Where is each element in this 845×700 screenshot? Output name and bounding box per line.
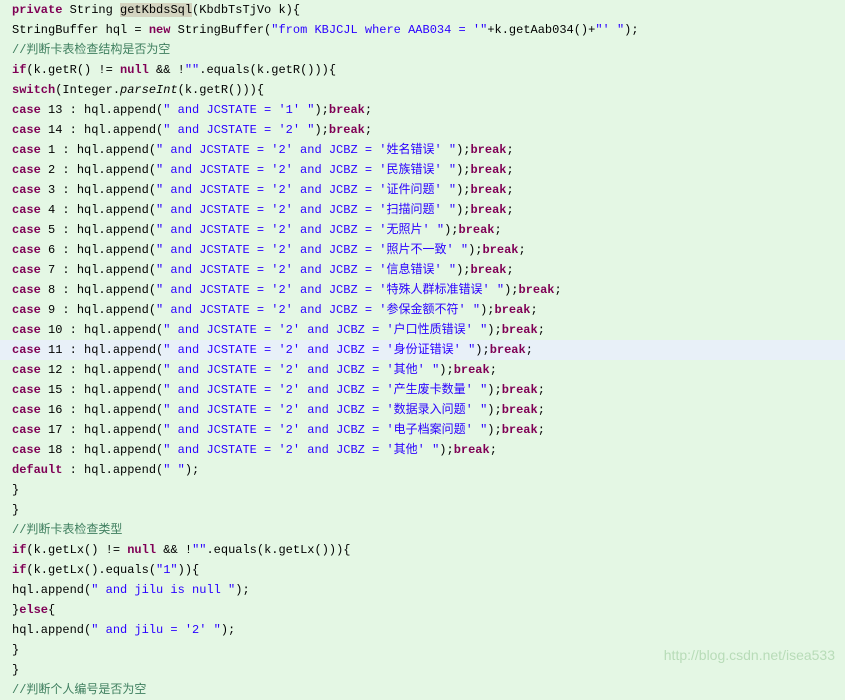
code-editor: private String getKbdsSql(KbdbTsTjVo k){… bbox=[0, 0, 845, 700]
code-line: //判断卡表检查结构是否为空 bbox=[0, 40, 845, 60]
code-line: case 5 : hql.append(" and JCSTATE = '2' … bbox=[0, 220, 845, 240]
code-line: case 6 : hql.append(" and JCSTATE = '2' … bbox=[0, 240, 845, 260]
watermark: http://blog.csdn.net/isea533 bbox=[664, 647, 835, 663]
code-line: private String getKbdsSql(KbdbTsTjVo k){ bbox=[0, 0, 845, 20]
code-line: case 9 : hql.append(" and JCSTATE = '2' … bbox=[0, 300, 845, 320]
code-line: }else{ bbox=[0, 600, 845, 620]
code-line: hql.append(" and jilu is null "); bbox=[0, 580, 845, 600]
code-line: } bbox=[0, 500, 845, 520]
code-line: case 11 : hql.append(" and JCSTATE = '2'… bbox=[0, 340, 845, 360]
code-line: if(k.getR() != null && !"".equals(k.getR… bbox=[0, 60, 845, 80]
code-line: case 17 : hql.append(" and JCSTATE = '2'… bbox=[0, 420, 845, 440]
code-line: case 18 : hql.append(" and JCSTATE = '2'… bbox=[0, 440, 845, 460]
code-line: case 14 : hql.append(" and JCSTATE = '2'… bbox=[0, 120, 845, 140]
code-line: //判断个人编号是否为空 bbox=[0, 680, 845, 700]
code-line: case 12 : hql.append(" and JCSTATE = '2'… bbox=[0, 360, 845, 380]
code-line: case 16 : hql.append(" and JCSTATE = '2'… bbox=[0, 400, 845, 420]
code-line: case 13 : hql.append(" and JCSTATE = '1'… bbox=[0, 100, 845, 120]
code-line: case 7 : hql.append(" and JCSTATE = '2' … bbox=[0, 260, 845, 280]
code-line: case 3 : hql.append(" and JCSTATE = '2' … bbox=[0, 180, 845, 200]
code-line: //判断卡表检查类型 bbox=[0, 520, 845, 540]
code-line: if(k.getLx().equals("1")){ bbox=[0, 560, 845, 580]
code-line: switch(Integer.parseInt(k.getR())){ bbox=[0, 80, 845, 100]
code-line: } bbox=[0, 480, 845, 500]
code-line: hql.append(" and jilu = '2' "); bbox=[0, 620, 845, 640]
code-line: case 15 : hql.append(" and JCSTATE = '2'… bbox=[0, 380, 845, 400]
code-line: if(k.getLx() != null && !"".equals(k.get… bbox=[0, 540, 845, 560]
code-line: case 10 : hql.append(" and JCSTATE = '2'… bbox=[0, 320, 845, 340]
code-line: case 2 : hql.append(" and JCSTATE = '2' … bbox=[0, 160, 845, 180]
code-line: case 4 : hql.append(" and JCSTATE = '2' … bbox=[0, 200, 845, 220]
code-line: case 1 : hql.append(" and JCSTATE = '2' … bbox=[0, 140, 845, 160]
code-line: case 8 : hql.append(" and JCSTATE = '2' … bbox=[0, 280, 845, 300]
code-line: default : hql.append(" "); bbox=[0, 460, 845, 480]
code-line: } bbox=[0, 660, 845, 680]
code-line: StringBuffer hql = new StringBuffer("fro… bbox=[0, 20, 845, 40]
